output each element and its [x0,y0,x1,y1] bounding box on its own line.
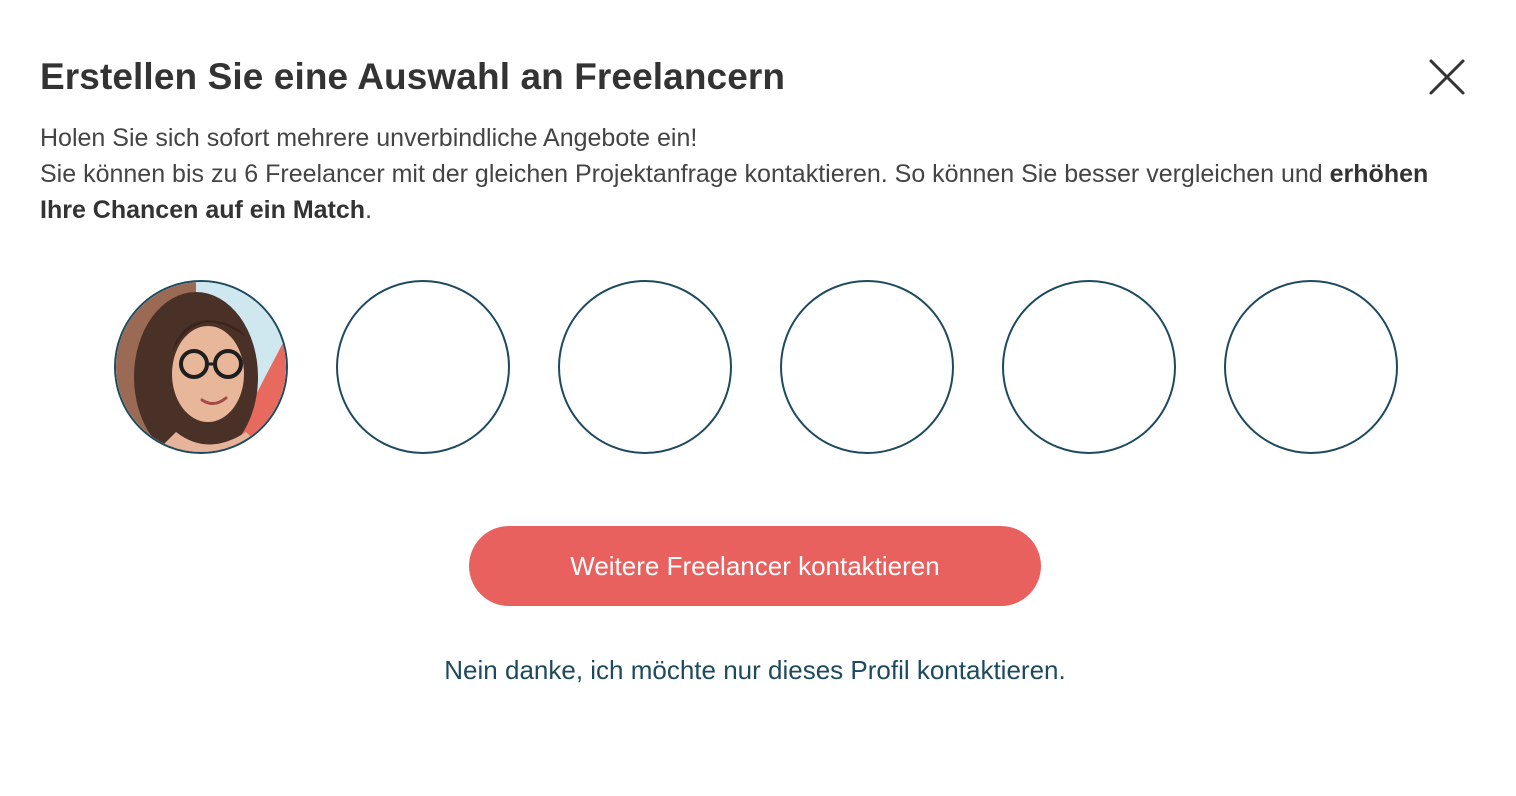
close-icon [1426,56,1468,98]
freelancer-slot-empty [780,280,954,454]
freelancer-slot-empty [336,280,510,454]
freelancer-selection-dialog: Erstellen Sie eine Auswahl an Freelancer… [0,0,1516,796]
freelancer-slot-empty [1224,280,1398,454]
intro-line-1: Holen Sie sich sofort mehrere unverbindl… [40,124,698,152]
dialog-intro: Holen Sie sich sofort mehrere unverbindl… [40,120,1460,228]
intro-line-2: Sie können bis zu 6 Freelancer mit der g… [40,156,1460,228]
intro-line-2-end: . [365,196,373,224]
freelancer-avatar [116,282,286,452]
freelancer-slot-empty [1002,280,1176,454]
contact-more-freelancers-button[interactable]: Weitere Freelancer kontaktieren [469,526,1041,606]
contact-only-this-profile-link[interactable]: Nein danke, ich möchte nur dieses Profil… [0,655,1510,686]
freelancer-slot-filled [114,280,288,454]
dialog-title: Erstellen Sie eine Auswahl an Freelancer… [40,56,786,97]
freelancer-slots [114,280,1398,454]
freelancer-slot-empty [558,280,732,454]
intro-line-2-text: Sie können bis zu 6 Freelancer mit der g… [40,160,1330,188]
close-button[interactable] [1426,56,1468,98]
